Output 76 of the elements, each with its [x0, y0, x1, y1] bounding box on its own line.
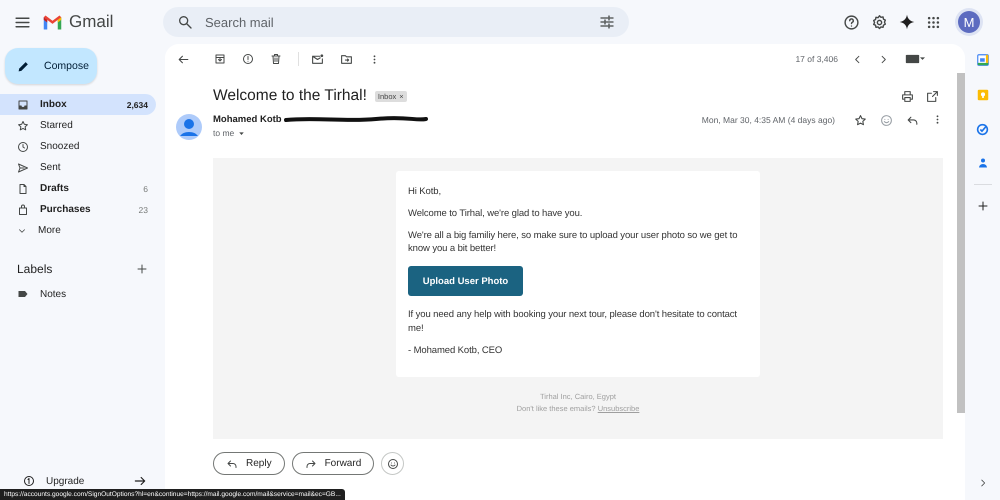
add-label-icon[interactable]	[136, 263, 148, 275]
forward-icon	[304, 458, 317, 470]
email-subject: Welcome to the Tirhal!	[213, 87, 367, 105]
reply-icon	[226, 458, 238, 470]
nav-item[interactable]: More	[0, 220, 156, 241]
emoji-icon[interactable]	[880, 114, 893, 127]
reply-button[interactable]: Reply	[213, 452, 285, 475]
forward-button[interactable]: Forward	[292, 452, 374, 475]
print-icon[interactable]	[901, 90, 914, 102]
scrollbar[interactable]	[957, 73, 965, 413]
nav-label: Sent	[40, 162, 62, 173]
reply-icon[interactable]	[906, 114, 919, 127]
upgrade-link[interactable]: Upgrade	[46, 476, 133, 486]
email-paragraph: Hi Kotb,	[408, 185, 442, 199]
tasks-icon[interactable]	[976, 123, 989, 136]
nav-label: Purchases	[40, 204, 92, 215]
sparkle-icon[interactable]	[899, 14, 915, 30]
nav-label: More	[38, 225, 62, 236]
nav-label: Starred	[40, 120, 74, 131]
apps-icon[interactable]	[926, 14, 941, 30]
nav-item[interactable]: Inbox 2,634	[0, 94, 156, 115]
unread-count: 23	[138, 204, 148, 214]
filter-icon[interactable]	[599, 14, 615, 30]
clock-icon	[17, 140, 29, 152]
settings-icon[interactable]	[871, 14, 888, 30]
nav-label: Snoozed	[40, 141, 80, 152]
search-bar[interactable]: Search mail	[163, 7, 629, 37]
nav-label: Drafts	[40, 183, 70, 194]
section-title: Labels	[17, 262, 52, 276]
email-paragraph: If you need any help with booking your next tour, please don't hesitate to contact me!	[408, 308, 738, 336]
report-spam-icon[interactable]	[242, 53, 254, 65]
send-icon	[17, 162, 29, 174]
arrow-right-icon[interactable]	[133, 474, 147, 488]
unread-count: 2,634	[126, 100, 148, 110]
avatar[interactable]: M	[958, 11, 980, 33]
email-paragraph: - Mohamed Kotb, CEO	[408, 344, 504, 358]
app-name: Gmail	[69, 12, 114, 32]
nav-label: Inbox	[40, 99, 68, 110]
nav-item[interactable]: Drafts 6	[0, 178, 156, 199]
email-paragraph: Welcome to Tirhal, we're glad to have you.	[408, 206, 584, 221]
delete-icon[interactable]	[270, 53, 282, 65]
label-item[interactable]: Notes	[0, 283, 165, 305]
star-icon	[17, 120, 29, 132]
avatar-silhouette-icon	[176, 114, 202, 140]
emoji-icon	[386, 458, 399, 470]
nav-item[interactable]: Snoozed	[0, 136, 156, 157]
open-in-new-window-icon[interactable]	[926, 90, 939, 102]
nav-item[interactable]: Purchases 23	[0, 199, 156, 220]
nav-item[interactable]: Starred	[0, 115, 156, 136]
pencil-icon	[17, 60, 30, 72]
bag-icon	[17, 204, 29, 216]
contacts-icon[interactable]	[976, 157, 988, 169]
file-icon	[17, 182, 29, 194]
search-icon[interactable]	[177, 14, 193, 30]
upgrade-icon	[23, 475, 35, 487]
nav-item[interactable]: Sent	[0, 157, 156, 178]
compose-button[interactable]: Compose	[5, 48, 97, 84]
move-to-folder-icon[interactable]	[340, 52, 353, 66]
tag-icon	[17, 288, 29, 300]
add-icon[interactable]	[976, 200, 988, 212]
recipient-label: to me	[213, 128, 234, 138]
unread-count: 6	[143, 184, 148, 194]
sender-name: Mohamed Kotb	[213, 114, 282, 125]
upload-photo-button[interactable]: Upload User Photo	[408, 266, 523, 296]
archive-icon[interactable]	[214, 53, 226, 65]
mark-unread-icon[interactable]	[311, 52, 324, 66]
back-arrow-icon[interactable]	[177, 52, 190, 66]
emoji-reaction-button[interactable]	[381, 452, 404, 475]
calendar-icon[interactable]	[976, 53, 990, 67]
email-paragraph: We're all a big familiy here, so make sure to upload your user photo so we get to know you a bit better!	[408, 228, 738, 256]
star-icon[interactable]	[854, 114, 867, 127]
inbox-icon	[17, 98, 29, 110]
search-field[interactable]: Search mail	[203, 14, 589, 30]
email-date: Mon, Mar 30, 4:35 AM (4 days ago)	[702, 115, 835, 125]
message-position: 17 of 3,406	[795, 54, 838, 64]
help-icon[interactable]	[843, 14, 860, 30]
